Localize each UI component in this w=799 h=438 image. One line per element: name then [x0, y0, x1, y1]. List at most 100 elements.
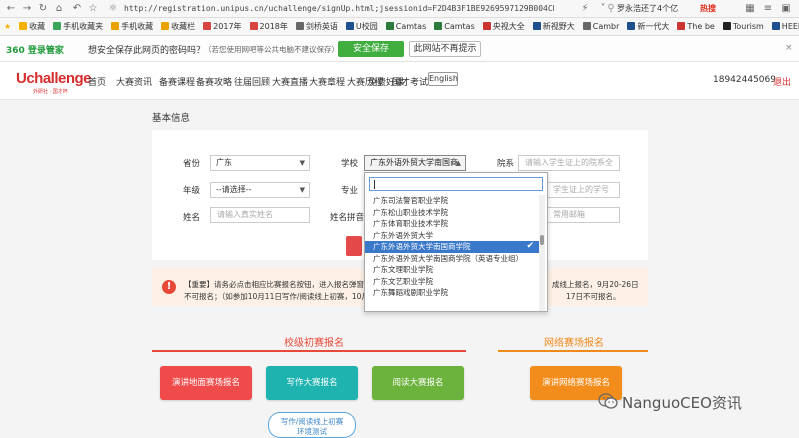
- search-icon[interactable]: ⚲: [604, 2, 618, 16]
- bookmark-item[interactable]: 2018年: [246, 18, 292, 35]
- nav-live[interactable]: 大赛直播: [272, 75, 308, 88]
- nav-courses[interactable]: 备赛课程: [159, 75, 195, 88]
- bookmark-star-icon[interactable]: ★: [0, 18, 15, 35]
- bookmark-item[interactable]: 手机收藏: [107, 18, 157, 35]
- bookmark-favicon-icon: [345, 22, 354, 30]
- bookmark-item[interactable]: 新一代大: [623, 18, 673, 35]
- province-select[interactable]: 广东 ▼: [210, 155, 310, 171]
- never-prompt-button[interactable]: 此网站不再提示: [409, 41, 481, 57]
- nav-rules[interactable]: 大赛章程: [309, 75, 345, 88]
- english-button[interactable]: English: [428, 72, 458, 86]
- bookmark-favicon-icon: [161, 22, 170, 30]
- bookmark-item[interactable]: Camtas: [430, 18, 479, 35]
- email-input[interactable]: 常用邮箱: [546, 207, 620, 223]
- dropdown-option[interactable]: 广东松山职业技术学院: [365, 207, 539, 219]
- extensions-icon[interactable]: ▣: [779, 2, 793, 16]
- dropdown-option[interactable]: 广东外语外贸大学南国商学院（英语专业组）: [365, 253, 539, 265]
- safe-save-button[interactable]: 安全保存: [338, 41, 404, 57]
- star-icon[interactable]: ☆: [86, 2, 100, 16]
- bookmark-favicon-icon: [722, 22, 731, 30]
- nav-home[interactable]: 首页: [88, 75, 106, 88]
- bookmark-favicon-icon: [385, 22, 394, 30]
- grid-icon[interactable]: ▦: [743, 2, 757, 16]
- nav-news[interactable]: 大赛资讯: [116, 75, 152, 88]
- school-dropdown: 广东司法警官职业学院 广东松山职业技术学院 广东体育职业技术学院 广东外语外贸大学 广东…: [364, 172, 548, 312]
- home-icon[interactable]: ⌂: [52, 2, 66, 16]
- dropdown-option[interactable]: 广东外语外贸大学南国商学院 ✔: [365, 241, 539, 253]
- dropdown-option[interactable]: 广东体育职业技术学院: [365, 218, 539, 230]
- bookmark-item[interactable]: U校园: [342, 18, 382, 35]
- back-icon[interactable]: ←: [4, 2, 18, 16]
- history-icon[interactable]: ↶: [70, 2, 84, 16]
- uchallenge-logo[interactable]: Uchallenge: [16, 70, 92, 87]
- online-section-line: [498, 350, 648, 352]
- caret-down-icon: ▼: [299, 159, 305, 167]
- reading-signup-button[interactable]: 阅读大赛报名: [372, 366, 464, 400]
- speech-ground-signup-button[interactable]: 演讲地面赛场报名: [160, 366, 252, 400]
- bookmark-item[interactable]: 央视大全: [479, 18, 529, 35]
- close-icon[interactable]: ×: [785, 43, 793, 53]
- bookmark-label: 手机收藏: [121, 22, 154, 31]
- bookmark-item[interactable]: 手机收藏夹: [49, 18, 107, 35]
- bookmark-item[interactable]: The be: [673, 18, 718, 35]
- menu-icon[interactable]: ≡: [761, 2, 775, 16]
- option-label: 广东舞蹈戏剧职业学院: [373, 288, 448, 297]
- option-label: 广东司法警官职业学院: [373, 196, 448, 205]
- grade-value: --请选择--: [216, 185, 252, 194]
- college-input[interactable]: 请输入学生证上的院系全称: [518, 155, 620, 181]
- bookmark-item[interactable]: 2017年: [199, 18, 245, 35]
- dropdown-scrollbar-thumb[interactable]: [540, 235, 544, 245]
- bookmark-item[interactable]: Tourism: [719, 18, 768, 35]
- option-label: 广东文理职业学院: [373, 265, 433, 274]
- option-label: 广东外语外贸大学南国商学院: [373, 242, 471, 251]
- bookmark-item[interactable]: Cambr: [579, 18, 624, 35]
- hot-news-text[interactable]: 罗永浩还了4个亿: [617, 2, 678, 16]
- dropdown-option[interactable]: 广东司法警官职业学院: [365, 195, 539, 207]
- submit-button[interactable]: [346, 236, 362, 256]
- hot-search-label[interactable]: 热搜: [700, 2, 716, 16]
- section-title: 基本信息: [152, 113, 191, 124]
- bookmark-item[interactable]: 新视野大: [529, 18, 579, 35]
- save-label: 安全保存: [352, 44, 389, 54]
- bookmark-favicon-icon: [582, 22, 591, 30]
- online-test-button[interactable]: 写作/阅读线上初赛 环境测试: [268, 412, 356, 438]
- grade-select[interactable]: --请选择-- ▼: [210, 182, 310, 198]
- site-info-icon[interactable]: ⚛: [106, 2, 120, 16]
- student-id-input[interactable]: 学生证上的学号: [546, 182, 620, 198]
- bookmark-item[interactable]: HEEP阶: [768, 18, 799, 35]
- dropdown-option[interactable]: 广东文艺职业学院: [365, 276, 539, 288]
- bookmark-item[interactable]: 收藏栏: [157, 18, 199, 35]
- bookmark-label: The be: [687, 22, 715, 31]
- dropdown-option[interactable]: 广东文理职业学院: [365, 264, 539, 276]
- notice-line-1-tail: 成线上报名，9月20-26日: [552, 280, 639, 289]
- forward-icon[interactable]: →: [20, 2, 34, 16]
- dropdown-scrollbar[interactable]: [539, 195, 545, 311]
- school-select[interactable]: 广东外语外贸大学南国商学 ▲: [364, 155, 466, 181]
- writing-signup-button[interactable]: 写作大赛报名: [266, 366, 358, 400]
- user-phone: 18942445069: [713, 75, 776, 85]
- password-prompt-message: 想安全保存此网页的密码吗？: [88, 46, 206, 56]
- nav-strategy[interactable]: 备赛攻略: [196, 75, 232, 88]
- bookmark-label: Cambr: [592, 22, 620, 31]
- major-label: 专业: [340, 186, 358, 196]
- name-input[interactable]: 请输入真实姓名: [210, 207, 310, 223]
- bookmark-favicon-icon: [53, 22, 62, 30]
- caret-down-icon: ▼: [299, 186, 305, 194]
- bookmark-item[interactable]: Camtas: [382, 18, 431, 35]
- reload-icon[interactable]: ↻: [36, 2, 50, 16]
- bookmark-item[interactable]: 剑桥英语: [292, 18, 342, 35]
- bookmark-item[interactable]: 收藏: [15, 18, 49, 35]
- bookmark-label: 2018年: [259, 22, 288, 31]
- dropdown-option[interactable]: 广东舞蹈戏剧职业学院: [365, 287, 539, 299]
- dropdown-option[interactable]: 广东外语外贸大学: [365, 230, 539, 242]
- option-label: 广东外语外贸大学南国商学院（英语专业组）: [373, 253, 523, 263]
- checkmark-icon: ✔: [526, 241, 534, 251]
- dropdown-search-input[interactable]: [369, 177, 543, 191]
- nav-exam[interactable]: 国才考试: [392, 75, 428, 88]
- bookmark-favicon-icon: [434, 22, 443, 30]
- url-input[interactable]: http://registration.unipus.cn/uchallenge…: [124, 2, 554, 16]
- lightning-icon[interactable]: ⚡: [578, 2, 592, 16]
- warning-icon: !: [162, 280, 176, 294]
- nav-review[interactable]: 往届回顾: [234, 75, 270, 88]
- logout-link[interactable]: 退出: [773, 75, 791, 88]
